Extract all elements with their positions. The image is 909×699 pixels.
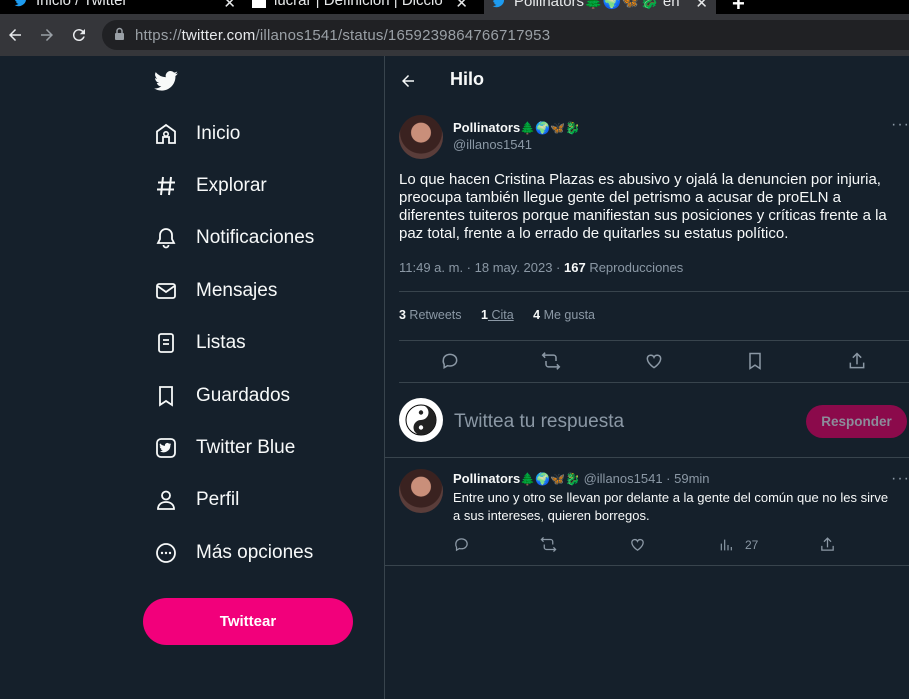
- more-circle-icon: [156, 543, 176, 563]
- twitter-bird-icon: [14, 0, 26, 7]
- twitter-blue-icon: [156, 438, 176, 458]
- sidebar-item-label: Más opciones: [196, 542, 314, 563]
- envelope-icon: [156, 283, 176, 299]
- views-icon[interactable]: [718, 537, 734, 553]
- views-count: 27: [745, 538, 759, 552]
- comment-text: Entre uno y otro se llevan por delante a…: [453, 490, 889, 523]
- tweet-text: Lo que hacen Cristina Plazas es abusivo …: [399, 171, 887, 242]
- sidebar-item-label: Twitter Blue: [196, 437, 296, 458]
- browser-tab-3[interactable]: Pollinators🌲🌍🦋🐉 en ✕: [484, 0, 716, 14]
- share-icon[interactable]: [819, 536, 836, 553]
- close-icon[interactable]: ✕: [695, 0, 708, 12]
- twitter-logo-icon[interactable]: [153, 68, 179, 94]
- author-emojis: 🌲🌍🦋🐉: [520, 121, 580, 135]
- lock-icon: [115, 27, 124, 40]
- sidebar-item-notificaciones[interactable]: Notificaciones: [154, 223, 314, 253]
- author-name[interactable]: Pollinators: [453, 471, 520, 486]
- tweet-stats: 3 Retweets 1 Cita 4 Me gusta: [399, 308, 611, 322]
- tweet-time[interactable]: 11:49 a. m. · 18 may. 2023 ·: [399, 260, 564, 275]
- quotes-stat[interactable]: 1 Cita: [481, 308, 514, 322]
- divider: [385, 565, 909, 566]
- sidebar-item-twitter-blue[interactable]: Twitter Blue: [154, 433, 295, 463]
- more-options-icon[interactable]: ···: [891, 116, 909, 134]
- sidebar-item-listas[interactable]: Listas: [154, 328, 246, 358]
- sidebar-item-label: Mensajes: [196, 280, 278, 301]
- url-text: https://twitter.com/illanos1541/status/1…: [135, 27, 551, 44]
- likes-stat[interactable]: 4 Me gusta: [533, 308, 595, 322]
- user-avatar[interactable]: [399, 398, 443, 442]
- sidebar-item-label: Perfil: [196, 489, 240, 510]
- sidebar-item-perfil[interactable]: Perfil: [154, 485, 239, 515]
- author-handle[interactable]: @illanos1541: [453, 137, 532, 152]
- reply-icon[interactable]: [440, 351, 460, 371]
- divider: [385, 457, 909, 458]
- divider: [399, 382, 909, 383]
- bookmark-icon[interactable]: [745, 351, 765, 371]
- tweet-author[interactable]: Pollinators🌲🌍🦋🐉: [453, 119, 580, 137]
- avatar[interactable]: [399, 469, 443, 513]
- reply-input[interactable]: Twittea tu respuesta: [454, 411, 624, 433]
- divider: [399, 340, 909, 341]
- tweet-meta: 11:49 a. m. · 18 may. 2023 · 167 Reprodu…: [399, 260, 683, 275]
- back-arrow-icon[interactable]: [6, 26, 24, 44]
- main-column: Hilo Pollinators🌲🌍🦋🐉 @illanos1541 ··· Lo…: [385, 56, 909, 699]
- address-bar[interactable]: https://twitter.com/illanos1541/status/1…: [102, 20, 909, 50]
- page-favicon-icon: [252, 0, 266, 9]
- author-emojis: 🌲🌍🦋🐉: [520, 472, 580, 486]
- browser-tab-1[interactable]: Inicio / Twitter ✕: [14, 0, 236, 14]
- person-icon: [157, 490, 175, 510]
- sidebar-item-label: Explorar: [196, 175, 267, 196]
- close-icon[interactable]: ✕: [223, 0, 236, 12]
- reply-icon[interactable]: [453, 536, 470, 553]
- yin-yang-icon: [405, 404, 437, 436]
- heart-icon[interactable]: [629, 536, 646, 553]
- bookmark-icon: [159, 386, 173, 407]
- sidebar-item-label: Listas: [196, 332, 246, 353]
- sidebar-item-label: Guardados: [196, 385, 291, 406]
- page-title: Hilo: [450, 69, 484, 89]
- list-icon: [158, 333, 174, 353]
- sidebar: Inicio Explorar Notificaciones Mensajes …: [0, 56, 385, 699]
- tab-title: Pollinators🌲🌍🦋🐉 en: [514, 0, 680, 10]
- browser-tab-2[interactable]: lucrar | Definición | Diccio ✕: [252, 0, 468, 14]
- browser-tabbar: Inicio / Twitter ✕ lucrar | Definición |…: [0, 0, 909, 16]
- tab-title: Inicio / Twitter: [36, 0, 128, 9]
- author-handle[interactable]: @illanos1541: [584, 471, 663, 486]
- tweet-button[interactable]: Twittear: [143, 598, 353, 645]
- sidebar-item-label: Notificaciones: [196, 227, 315, 248]
- sidebar-item-mensajes[interactable]: Mensajes: [154, 276, 277, 306]
- retweets-stat[interactable]: 3 Retweets: [399, 308, 462, 322]
- comment-header: Pollinators🌲🌍🦋🐉 @illanos1541 · 59min: [453, 471, 710, 486]
- retweet-icon[interactable]: [540, 536, 557, 553]
- sidebar-item-mas-opciones[interactable]: Más opciones: [154, 538, 313, 568]
- tab-title: lucrar | Definición | Diccio: [274, 0, 443, 9]
- reply-button[interactable]: Responder: [806, 405, 907, 438]
- sidebar-item-explorar[interactable]: Explorar: [154, 171, 267, 201]
- comment-time[interactable]: · 59min: [663, 471, 709, 486]
- heart-icon[interactable]: [644, 351, 664, 371]
- sidebar-item-guardados[interactable]: Guardados: [154, 381, 290, 411]
- avatar[interactable]: [399, 115, 443, 159]
- browser-toolbar: https://twitter.com/illanos1541/status/1…: [0, 14, 909, 56]
- back-arrow-icon[interactable]: [399, 72, 417, 90]
- author-name: Pollinators: [453, 120, 521, 135]
- views-label: Reproducciones: [585, 260, 684, 275]
- sidebar-item-inicio[interactable]: Inicio: [154, 119, 240, 149]
- close-icon[interactable]: ✕: [455, 0, 468, 12]
- twitter-bird-icon: [492, 0, 505, 8]
- share-icon[interactable]: [847, 351, 867, 371]
- forward-arrow-icon[interactable]: [38, 26, 56, 44]
- divider: [399, 291, 909, 292]
- more-options-icon[interactable]: ···: [891, 470, 909, 488]
- bell-icon: [156, 228, 176, 249]
- sidebar-item-label: Inicio: [196, 123, 241, 144]
- views-count: 167: [564, 260, 586, 275]
- reload-icon[interactable]: [70, 26, 88, 44]
- home-icon: [156, 123, 176, 144]
- retweet-icon[interactable]: [541, 351, 561, 371]
- hashtag-icon: [157, 176, 175, 196]
